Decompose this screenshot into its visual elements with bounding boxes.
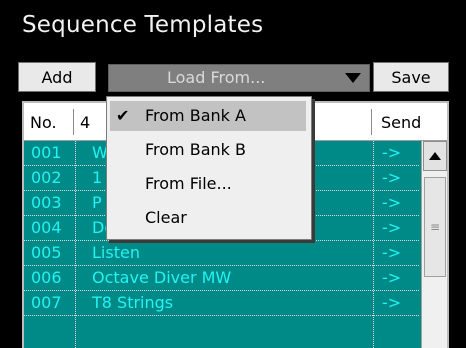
add-button[interactable]: Add [18, 62, 96, 92]
send-button[interactable]: -> [382, 293, 401, 312]
row-number: 006 [31, 268, 62, 287]
send-button[interactable]: -> [382, 268, 401, 287]
row-name: P [92, 193, 102, 212]
column-header-no[interactable]: No. [30, 103, 57, 141]
send-button[interactable]: -> [382, 218, 401, 237]
list-item[interactable]: 006 Octave Diver MW -> [24, 266, 419, 290]
row-number: 005 [31, 243, 62, 262]
row-number: 003 [31, 193, 62, 212]
row-name: Octave Diver MW [92, 268, 232, 287]
row-number: 004 [31, 218, 62, 237]
vertical-scrollbar[interactable]: ≡ [421, 141, 447, 348]
row-number: 002 [31, 168, 62, 187]
column-header-name[interactable]: 4 [80, 103, 90, 141]
load-from-dropdown[interactable]: Load From... [108, 64, 370, 92]
menu-item-label: From Bank A [145, 106, 246, 125]
scroll-thumb[interactable]: ≡ [424, 177, 446, 277]
checkmark-icon: ✔ [116, 106, 130, 125]
menu-item-label: Clear [145, 208, 187, 227]
chevron-down-icon[interactable] [345, 73, 361, 83]
column-header-send[interactable]: Send [381, 103, 421, 141]
row-name: 1 [92, 168, 103, 187]
menu-item-label: From Bank B [145, 140, 246, 159]
column-divider [73, 109, 74, 135]
row-number: 001 [31, 143, 62, 162]
list-item[interactable]: 007 T8 Strings -> [24, 291, 419, 315]
send-button[interactable]: -> [382, 193, 401, 212]
row-number: 007 [31, 293, 62, 312]
row-name: Listen [92, 243, 140, 262]
menu-item[interactable]: Clear [110, 203, 306, 233]
row-divider [24, 315, 419, 316]
list-item[interactable]: 005 Listen -> [24, 241, 419, 265]
send-button[interactable]: -> [382, 243, 401, 262]
menu-item-label: From File... [145, 174, 232, 193]
row-name: T8 Strings [92, 293, 174, 312]
menu-item[interactable]: ✔ From Bank A [110, 101, 306, 131]
load-from-label: Load From... [167, 68, 266, 87]
load-from-menu: ✔ From Bank A From Bank B From File... Clear [106, 96, 312, 240]
column-divider [371, 109, 372, 135]
scroll-up-arrow-icon[interactable] [423, 141, 447, 171]
send-button[interactable]: -> [382, 143, 401, 162]
menu-item[interactable]: From Bank B [110, 135, 306, 165]
send-button[interactable]: -> [382, 168, 401, 187]
panel-title: Sequence Templates [22, 12, 264, 38]
sequence-templates-panel: Sequence Templates Add Load From... Save… [0, 0, 466, 348]
menu-item[interactable]: From File... [110, 169, 306, 199]
save-button[interactable]: Save [373, 62, 449, 92]
